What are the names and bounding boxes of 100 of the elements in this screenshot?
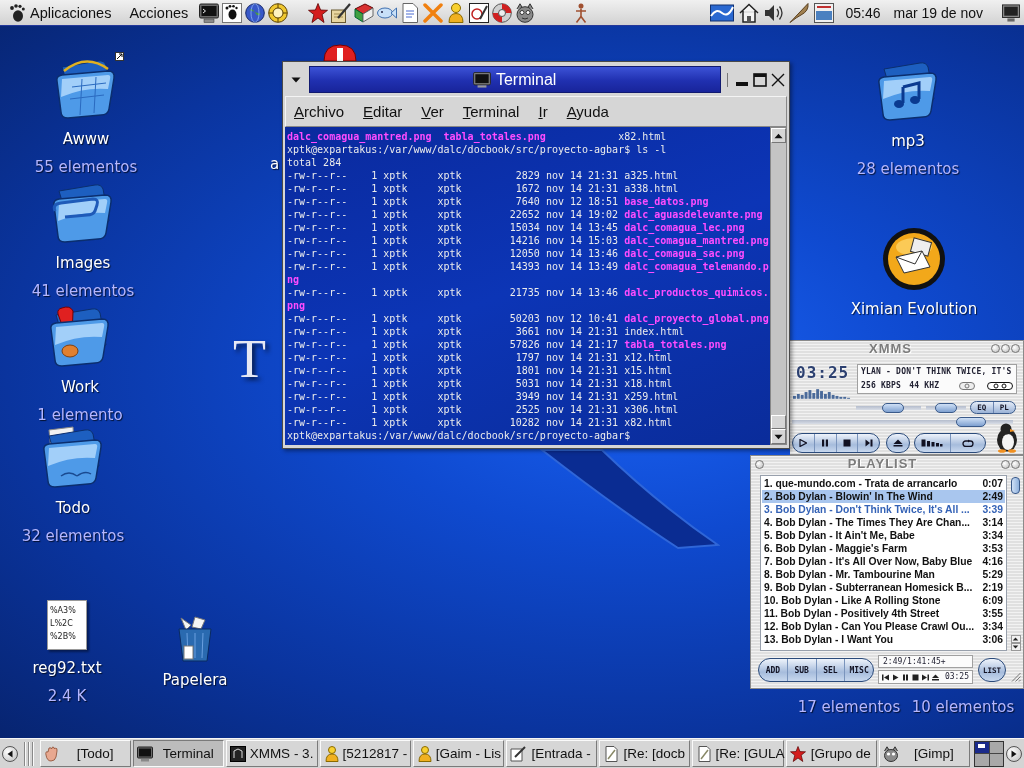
- menu-item[interactable]: Ver: [419, 101, 446, 122]
- playlist-row[interactable]: 13. Bob Dylan - I Want You 3:06: [762, 633, 1005, 646]
- next-icon[interactable]: [922, 673, 929, 681]
- scroll-down-button[interactable]: [1010, 643, 1021, 651]
- book-folder-icon[interactable]: [41, 426, 105, 490]
- menu-item[interactable]: Archivo: [292, 101, 347, 122]
- drawing-board-icon[interactable]: [469, 2, 490, 23]
- lifebuoy-icon[interactable]: [492, 2, 513, 23]
- eject-button[interactable]: [886, 433, 910, 453]
- previous-icon[interactable]: [882, 673, 889, 681]
- playlist-row[interactable]: 12. Bob Dylan - Can You Please Crawl Ou... 3:34: [762, 620, 1005, 633]
- panel-menu[interactable]: Aplicaciones: [6, 1, 115, 24]
- notebook-pen-icon[interactable]: [331, 2, 352, 23]
- playlist-row[interactable]: 2. Bob Dylan - Blowin' In The Wind 2:49: [762, 490, 1005, 503]
- scroll-up-button[interactable]: [1010, 635, 1021, 643]
- foot-logo-icon[interactable]: [222, 2, 243, 23]
- track-duration: 3:34: [982, 529, 1003, 542]
- playlist-button[interactable]: MISC: [844, 659, 873, 681]
- track-duration: 5:29: [982, 568, 1003, 581]
- book-icon[interactable]: [354, 2, 375, 23]
- track-title: 8. Bob Dylan - Mr. Tambourine Man: [764, 568, 935, 581]
- workspace-button[interactable]: [989, 741, 1003, 753]
- shade-button[interactable]: [1001, 344, 1010, 353]
- task-button[interactable]: [Gaim - Lis: [412, 740, 504, 767]
- track-duration: 2:19: [982, 581, 1003, 594]
- file-details: -rw-r--r-- 1 xptk xptk 3661 nov 14 21:31: [287, 326, 619, 337]
- menu-button[interactable]: [755, 459, 764, 469]
- music-folder-icon[interactable]: [876, 59, 940, 123]
- date-text[interactable]: mar 19 de nov: [893, 4, 983, 21]
- menu-item[interactable]: Terminal: [460, 101, 522, 122]
- task-button[interactable]: [Re: [GULA: [692, 740, 784, 767]
- playlist-row[interactable]: 5. Bob Dylan - It Ain't Me, Babe 3:34: [762, 529, 1005, 542]
- task-button[interactable]: [Re: [docb: [599, 740, 691, 767]
- figure-icon[interactable]: [575, 2, 588, 23]
- scroll-right-button[interactable]: [1006, 745, 1022, 762]
- playlist-row[interactable]: 7. Bob Dylan - It's All Over Now, Baby Blue 4:16: [762, 555, 1005, 568]
- scroll-left-button[interactable]: [2, 745, 18, 762]
- warning-sign-icon[interactable]: [322, 44, 358, 61]
- task-button[interactable]: [Gimp]: [878, 740, 971, 767]
- seek-bar[interactable]: [792, 417, 1013, 427]
- panel-menu[interactable]: Acciones: [126, 1, 192, 24]
- resize-grip-icon[interactable]: [1011, 672, 1021, 682]
- menu-item[interactable]: Editar: [361, 101, 405, 122]
- feather-icon[interactable]: [789, 2, 810, 23]
- spectrum-visualizer[interactable]: [793, 387, 851, 399]
- minimize-icon: [736, 81, 749, 86]
- playlist-row[interactable]: 10. Bob Dylan - Like A Rolling Stone 6:09: [762, 594, 1005, 607]
- menu-item[interactable]: Ir: [536, 101, 550, 122]
- task-button[interactable]: [Grupo de: [785, 740, 877, 767]
- playlist-row[interactable]: 11. Bob Dylan - Positively 4th Street 3:55: [762, 607, 1005, 620]
- workspace-button[interactable]: [975, 741, 989, 753]
- slider-thumb[interactable]: [935, 402, 957, 413]
- task-button[interactable]: Terminal: [133, 740, 225, 767]
- playlist-row[interactable]: 4. Bob Dylan - The Times They Are Chan... 3:14: [762, 516, 1005, 529]
- wave-icon[interactable]: [710, 2, 735, 23]
- track-title: 9. Bob Dylan - Subterranean Homesick B...: [764, 581, 973, 594]
- playlist-row[interactable]: 6. Bob Dylan - Maggie's Farm 3:53: [762, 542, 1005, 555]
- monitor-icon[interactable]: [1002, 3, 1020, 22]
- task-button[interactable]: [Todo]: [40, 740, 132, 767]
- file-details: -rw-r--r-- 1 xptk xptk 14216 nov 14 15:03: [287, 235, 619, 246]
- pause-icon[interactable]: [902, 673, 909, 681]
- file-thumbnail[interactable]: %A3% L%2C %2B%: [47, 600, 87, 650]
- trash-icon[interactable]: [175, 616, 215, 662]
- shade-button[interactable]: [1001, 459, 1010, 469]
- playlist-button[interactable]: ADD: [759, 659, 787, 681]
- elapsed-time[interactable]: 03:25: [796, 364, 850, 382]
- playlist-row[interactable]: 3. Bob Dylan - Don't Think Twice, It's All ... 3:39: [762, 503, 1005, 516]
- eject-icon[interactable]: [932, 673, 939, 681]
- globe-icon[interactable]: [245, 2, 266, 23]
- dog-icon[interactable]: [515, 2, 536, 23]
- dial-icon[interactable]: [268, 2, 289, 23]
- clock-text[interactable]: 05:46: [845, 4, 881, 21]
- scroll-thumb[interactable]: [1011, 477, 1020, 494]
- drag-handle[interactable]: [24, 741, 36, 766]
- playlist-row[interactable]: 8. Bob Dylan - Mr. Tambourine Man 5:29: [762, 568, 1005, 581]
- playlist-button[interactable]: SUB: [786, 659, 816, 681]
- menu-item[interactable]: Ayuda: [564, 101, 611, 122]
- task-button[interactable]: [Entrada -: [506, 740, 598, 767]
- file-details: -rw-r--r-- 1 xptk xptk 15034 nov 14 13:45: [287, 222, 619, 233]
- terminal-icon[interactable]: [199, 2, 220, 23]
- playlist-row[interactable]: 1. que-mundo.com - Trata de arrancarlo 0:07: [762, 477, 1005, 490]
- task-button[interactable]: [5212817 -: [319, 740, 411, 767]
- envelope-badge-icon[interactable]: [882, 227, 946, 291]
- file-details: -rw-r--r-- 1 xptk xptk 1672 nov 14 21:31: [287, 183, 619, 194]
- window-icon[interactable]: [814, 2, 835, 23]
- folder-clip-icon[interactable]: [51, 181, 115, 245]
- star-icon[interactable]: [308, 2, 329, 23]
- playlist-row[interactable]: 9. Bob Dylan - Subterranean Homesick B... 2:19: [762, 581, 1005, 594]
- folder-exclamation-icon[interactable]: [48, 305, 112, 369]
- playlist-button[interactable]: SEL: [815, 659, 845, 681]
- play-icon[interactable]: [892, 673, 899, 681]
- task-button[interactable]: XMMS - 3.: [226, 740, 318, 767]
- slider-thumb[interactable]: [881, 402, 904, 413]
- track-duration: 3:34: [982, 620, 1003, 633]
- house-icon[interactable]: [739, 2, 760, 23]
- person-icon[interactable]: [446, 2, 467, 23]
- stop-icon[interactable]: [912, 673, 919, 681]
- globe-folder-icon[interactable]: [54, 57, 118, 121]
- seek-thumb[interactable]: [956, 417, 987, 427]
- document-icon[interactable]: [400, 2, 421, 23]
